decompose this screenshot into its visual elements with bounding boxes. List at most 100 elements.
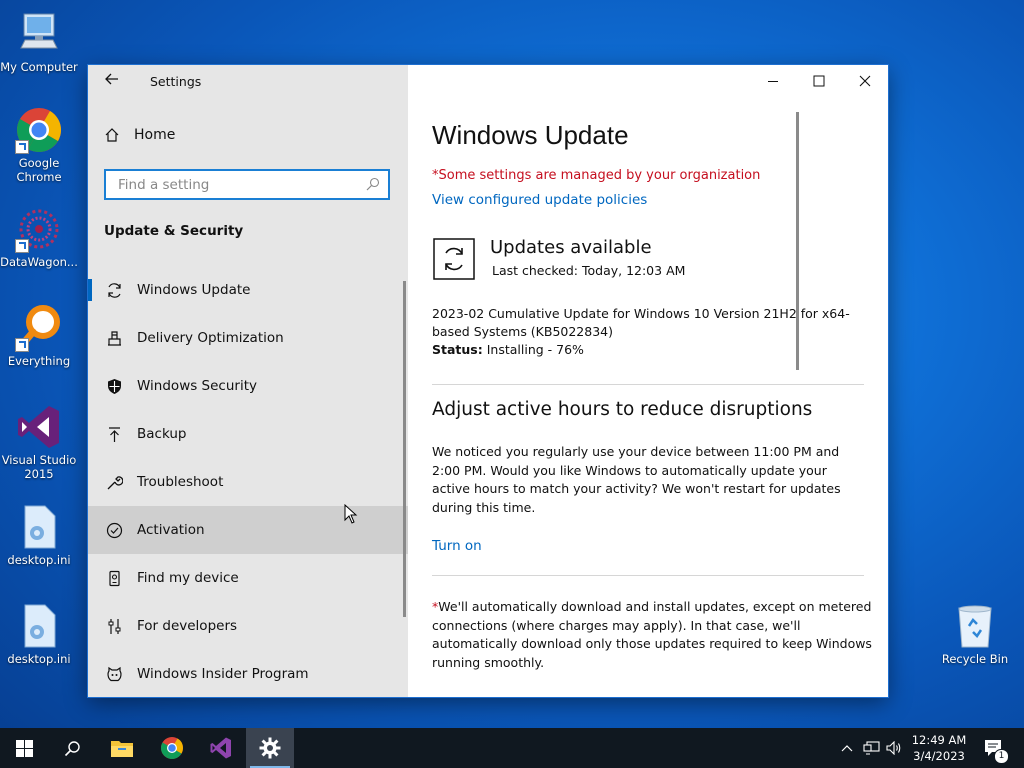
show-hidden-icons-button[interactable] [838,728,856,768]
taskbar-clock[interactable]: 12:49 AM 3/4/2023 [906,732,972,764]
desktop-icon-my-computer[interactable]: My Computer [0,10,79,74]
folder-icon [111,741,133,757]
close-icon [859,75,871,87]
minimize-icon [768,81,778,82]
find-device-icon [105,569,123,587]
close-button[interactable] [842,65,888,97]
speaker-icon [886,741,901,755]
taskbar: 12:49 AM 3/4/2023 1 [0,728,1024,768]
developer-icon [105,617,123,635]
sidebar-item-activation[interactable]: Activation [88,506,408,554]
active-hours-text: We noticed you regularly use your device… [432,444,841,515]
desktop-icon-desktop-ini-1[interactable]: desktop.ini [0,503,79,567]
sidebar-scrollbar[interactable] [403,281,406,617]
taskbar-visual-studio[interactable] [197,728,245,768]
sync-icon [105,281,123,299]
update-status: Status: Installing - 76% [432,341,852,359]
sidebar-item-for-developers[interactable]: For developers [88,602,408,650]
clock-date: 3/4/2023 [913,749,965,763]
desktop-icon-google-chrome[interactable]: Google Chrome [0,106,79,184]
sidebar-item-label: Find my device [137,570,239,586]
visual-studio-icon [210,737,231,759]
shortcut-arrow-icon [15,239,29,253]
search-input[interactable] [116,171,370,199]
sidebar-item-label: Windows Security [137,378,257,394]
sidebar-item-label: Troubleshoot [137,474,224,490]
managed-notice: *Some settings are managed by your organ… [432,168,761,183]
home-link[interactable]: Home [104,127,175,143]
desktop-icon-label: Visual Studio 2015 [1,453,77,481]
mouse-cursor-icon [344,504,358,524]
view-policies-link[interactable]: View configured update policies [432,192,647,208]
settings-window: Settings Home Update & Security Windows … [88,65,888,697]
chrome-icon [161,737,183,759]
taskbar-chrome[interactable] [148,728,196,768]
window-title: Settings [150,74,202,89]
sidebar-item-delivery-optimization[interactable]: Delivery Optimization [88,314,408,362]
volume-button[interactable] [884,728,904,768]
check-circle-icon [105,521,123,539]
recycle-bin-icon [951,602,999,650]
notification-count-badge: 1 [994,749,1009,764]
desktop-icon-label: desktop.ini [7,652,71,666]
desktop-icon-label: Recycle Bin [941,652,1009,666]
back-button[interactable] [102,71,122,91]
everything-search-icon [15,304,63,352]
divider [432,384,864,385]
desktop-icon-recycle-bin[interactable]: Recycle Bin [935,602,1015,666]
network-button[interactable] [860,728,882,768]
start-button[interactable] [0,728,48,768]
shield-icon [105,377,123,395]
sidebar-item-label: Activation [137,522,205,538]
update-status-icon [432,237,475,280]
insider-icon [105,665,123,683]
chevron-up-icon [841,745,853,752]
desktop-icon-datawagon[interactable]: DataWagon... [0,205,79,269]
sidebar-item-windows-security[interactable]: Windows Security [88,362,408,410]
datawagon-icon [15,205,63,253]
taskbar-search-button[interactable] [48,728,96,768]
turn-on-link[interactable]: Turn on [432,538,482,554]
minimize-button[interactable] [750,65,796,97]
sidebar-item-backup[interactable]: Backup [88,410,408,458]
search-icon [366,177,380,191]
updates-available-title: Updates available [490,237,652,258]
computer-icon [15,10,63,58]
backup-icon [105,425,123,443]
visual-studio-icon [15,403,63,451]
update-details: 2023-02 Cumulative Update for Windows 10… [432,305,852,359]
sidebar-item-label: For developers [137,618,238,634]
sidebar-item-troubleshoot[interactable]: Troubleshoot [88,458,408,506]
clock-time: 12:49 AM [911,733,967,747]
desktop-icon-everything[interactable]: Everything [0,304,79,368]
maximize-button[interactable] [796,65,842,97]
desktop-icon-label: desktop.ini [7,553,71,567]
shortcut-arrow-icon [15,140,29,154]
shortcut-arrow-icon [15,338,29,352]
action-center-button[interactable]: 1 [980,728,1009,768]
desktop-icon-visual-studio[interactable]: Visual Studio 2015 [0,403,79,481]
taskbar-settings[interactable] [246,728,294,768]
arrow-left-icon [105,73,118,85]
settings-file-icon [15,503,63,551]
sidebar-item-windows-update[interactable]: Windows Update [88,266,408,314]
sidebar-item-find-my-device[interactable]: Find my device [88,554,408,602]
desktop-icon-label: DataWagon... [0,255,78,269]
desktop-icon-desktop-ini-2[interactable]: desktop.ini [0,602,79,666]
taskbar-file-explorer[interactable] [98,728,146,768]
update-name: 2023-02 Cumulative Update for Windows 10… [432,306,850,339]
settings-file-icon [15,602,63,650]
sidebar-item-windows-insider[interactable]: Windows Insider Program [88,650,408,697]
content-pane: Windows Update *Some settings are manage… [408,65,888,697]
content-scrollbar[interactable] [796,112,799,370]
sidebar-item-label: Windows Insider Program [137,666,309,682]
wrench-icon [105,473,123,491]
search-box[interactable] [104,169,390,200]
desktop-icon-label: Google Chrome [16,156,62,184]
network-icon [862,741,880,755]
settings-sidebar: Settings Home Update & Security Windows … [88,65,408,697]
maximize-icon [813,75,825,87]
status-label: Status: [432,342,483,357]
search-icon [64,740,80,756]
sidebar-item-label: Delivery Optimization [137,330,284,346]
